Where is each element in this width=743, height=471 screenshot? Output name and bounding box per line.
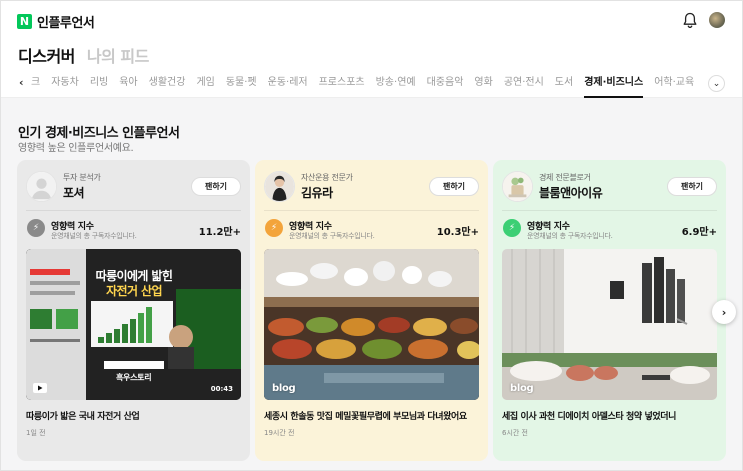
main-tabs: 디스커버 나의 피드: [18, 43, 149, 67]
post-thumbnail[interactable]: 따릉이에게 밟힌 자전거 산업 흑우스토리 00:43: [26, 249, 241, 400]
chevron-left-icon[interactable]: ‹: [19, 76, 24, 89]
category-item-living[interactable]: 리빙: [90, 71, 108, 98]
post-title[interactable]: 따릉이가 밟은 국내 자전거 산업: [26, 409, 140, 422]
influencer-card-kimyura[interactable]: 자산운용 전문가 김유라 팬하기 ⚡ 영향력 지수 운영채널의 총 구독자수입니…: [255, 160, 488, 461]
influence-description: 운영채널의 총 구독자수입니다.: [51, 232, 137, 240]
tab-my-feed[interactable]: 나의 피드: [87, 43, 149, 67]
post-time: 6시간 전: [502, 429, 528, 437]
influencer-card-bloom[interactable]: 경제 전문블로거 블룸앤아이유 팬하기 ⚡ 영향력 지수 운영채널의 총 구독자…: [493, 160, 726, 461]
blog-badge: blog: [272, 383, 296, 394]
naver-logo-icon: N: [17, 14, 32, 29]
divider: [26, 210, 241, 211]
influencer-name[interactable]: 김유라: [301, 184, 333, 201]
category-item-sports-leisure[interactable]: 운동·레저: [268, 71, 308, 98]
post-thumbnail[interactable]: blog: [264, 249, 479, 400]
default-avatar-icon: [27, 172, 56, 201]
blog-badge: blog: [510, 383, 534, 394]
post-time: 1일 전: [26, 429, 46, 437]
category-item-books[interactable]: 도서: [555, 71, 573, 98]
category-item-language[interactable]: 어학·교육: [654, 71, 694, 98]
influencer-role: 경제 전문블로거: [539, 173, 591, 182]
bell-icon[interactable]: [682, 12, 698, 29]
buffet-photo-image: [264, 249, 479, 400]
user-avatar[interactable]: [709, 12, 725, 28]
influence-bolt-icon: ⚡: [503, 219, 521, 237]
section-subtitle: 영향력 높은 인플루언서예요.: [18, 143, 134, 154]
category-item-performance[interactable]: 공연·전시: [504, 71, 544, 98]
fan-button[interactable]: 팬하기: [429, 177, 479, 196]
post-title[interactable]: 세집 이사 과천 디에이치 아델스타 청약 넣었더니: [502, 409, 676, 422]
influencer-card-porsha[interactable]: 투자 분석가 포셔 팬하기 ⚡ 영향력 지수 운영채널의 총 구독자수입니다. …: [17, 160, 250, 461]
category-list: 크 자동차 리빙 육아 생활건강 게임 동물·펫 운동·레저 프로스포츠 방송·…: [31, 71, 705, 98]
influence-value: 6.9만+: [681, 227, 717, 238]
post-title[interactable]: 세종시 한솔동 맛집 메밀꽃필무렵에 부모님과 다녀왔어요: [264, 409, 467, 422]
chevron-right-icon[interactable]: ›: [712, 300, 736, 324]
logo-text: 인플루언서: [37, 16, 95, 31]
influence-description: 운영채널의 총 구독자수입니다.: [289, 232, 375, 240]
thumbnail-subheadline: 자전거 산업: [106, 284, 162, 298]
divider: [264, 210, 479, 211]
influence-bolt-icon: ⚡: [27, 219, 45, 237]
post-time: 19시간 전: [264, 429, 295, 437]
category-item-broadcast[interactable]: 방송·연예: [376, 71, 416, 98]
category-item-partial[interactable]: 크: [31, 71, 40, 98]
profile-photo-icon: [265, 172, 294, 201]
showroom-photo-image: [502, 249, 717, 400]
app-window: N 인플루언서 디스커버 나의 피드 ‹ 크 자동차 리빙 육아 생활건강 게임…: [0, 0, 743, 471]
avatar[interactable]: [502, 171, 533, 202]
category-item-pro-sports[interactable]: 프로스포츠: [319, 71, 365, 98]
avatar[interactable]: [26, 171, 57, 202]
category-item-music[interactable]: 대중음악: [427, 71, 464, 98]
category-bar: ‹ 크 자동차 리빙 육아 생활건강 게임 동물·펫 운동·레저 프로스포츠 방…: [1, 71, 742, 98]
influencer-role: 투자 분석가: [63, 173, 101, 182]
fan-button[interactable]: 팬하기: [191, 177, 241, 196]
category-item-game[interactable]: 게임: [196, 71, 214, 98]
category-item-economy[interactable]: 경제·비즈니스: [584, 71, 644, 98]
thumbnail-channel: 흑우스토리: [116, 373, 152, 382]
post-thumbnail[interactable]: blog: [502, 249, 717, 400]
logo[interactable]: N 인플루언서: [17, 12, 95, 31]
category-item-pet[interactable]: 동물·펫: [226, 71, 257, 98]
category-item-parenting[interactable]: 육아: [119, 71, 137, 98]
header: N 인플루언서 디스커버 나의 피드 ‹ 크 자동차 리빙 육아 생활건강 게임…: [1, 1, 742, 98]
influence-value: 10.3만+: [436, 227, 479, 238]
influencer-role: 자산운용 전문가: [301, 173, 353, 182]
profile-photo-icon: [503, 172, 532, 201]
category-item-car[interactable]: 자동차: [51, 71, 79, 98]
category-item-health[interactable]: 생활건강: [149, 71, 186, 98]
influence-description: 운영채널의 총 구독자수입니다.: [527, 232, 613, 240]
avatar[interactable]: [264, 171, 295, 202]
chevron-down-icon[interactable]: ⌄: [708, 75, 725, 92]
category-item-movie[interactable]: 영화: [474, 71, 492, 98]
divider: [502, 210, 717, 211]
influence-bolt-icon: ⚡: [265, 219, 283, 237]
youtube-icon: [33, 383, 47, 393]
influence-value: 11.2만+: [198, 227, 241, 238]
tab-discover[interactable]: 디스커버: [18, 43, 75, 67]
influencer-name[interactable]: 블룸앤아이유: [539, 184, 603, 201]
video-duration: 00:43: [210, 385, 233, 393]
fan-button[interactable]: 팬하기: [667, 177, 717, 196]
influencer-name[interactable]: 포셔: [63, 184, 85, 201]
